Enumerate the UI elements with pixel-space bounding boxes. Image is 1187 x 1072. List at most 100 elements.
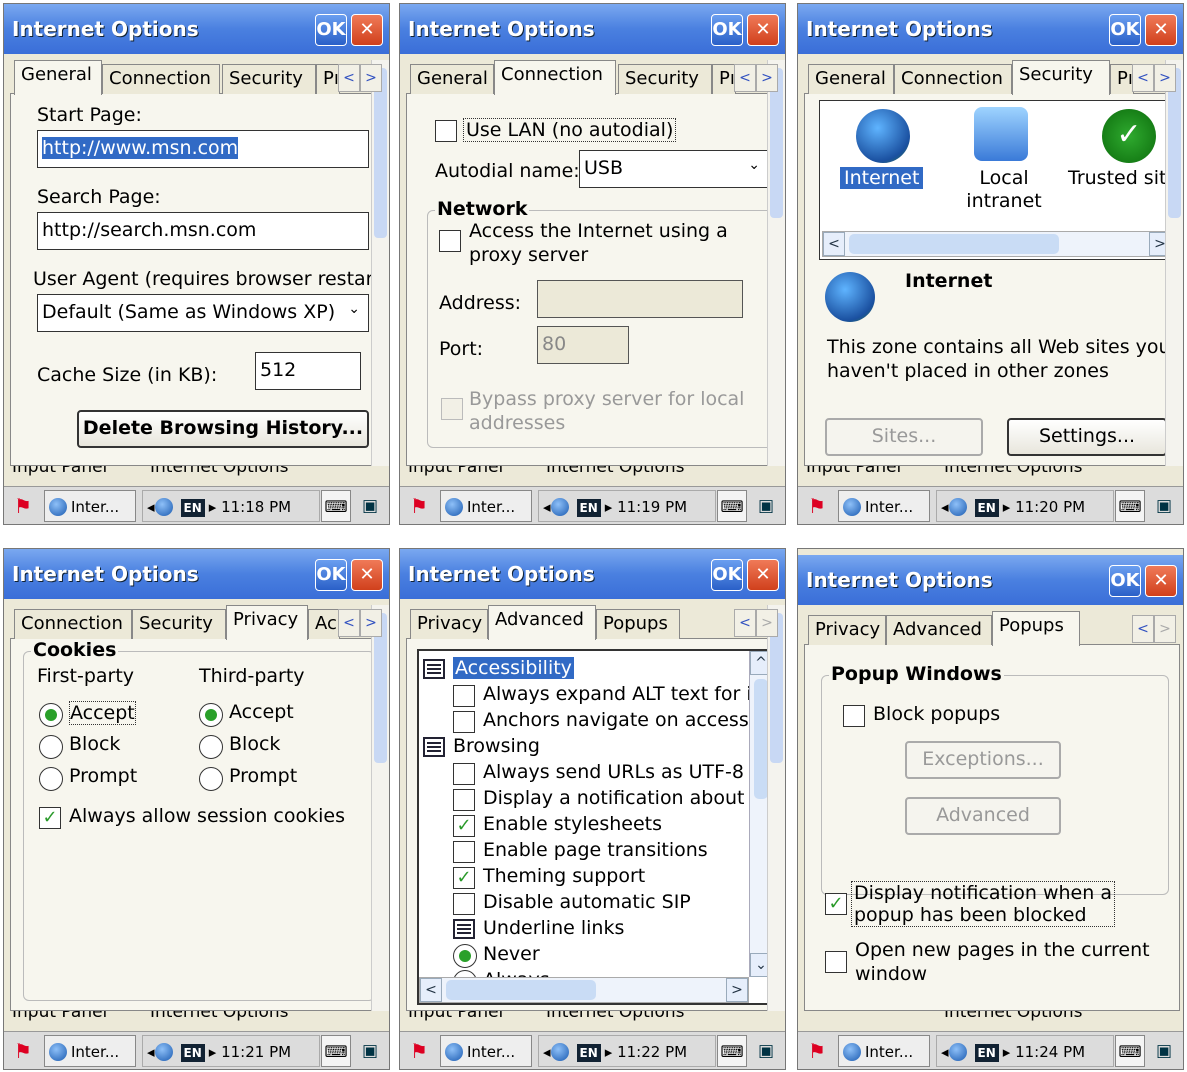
tab-advanced[interactable]: Advanced: [488, 605, 596, 640]
network-icon[interactable]: [550, 1043, 569, 1061]
network-icon[interactable]: [948, 1043, 967, 1061]
scroll-left-icon[interactable]: <: [823, 232, 845, 256]
close-button[interactable]: ✕: [1145, 565, 1177, 597]
option-checkbox[interactable]: ✓: [453, 867, 475, 889]
sites-button[interactable]: Sites...: [825, 418, 983, 456]
ok-button[interactable]: OK: [1109, 565, 1141, 597]
network-icon[interactable]: [948, 498, 967, 516]
keyboard-icon[interactable]: ⌨: [321, 490, 351, 522]
ok-button[interactable]: OK: [1109, 14, 1141, 46]
windows-flag-icon[interactable]: ⚑: [802, 490, 832, 522]
port-input[interactable]: 80: [537, 326, 629, 364]
local-intranet-icon[interactable]: [974, 107, 1028, 161]
tab-advanced-partial[interactable]: Ac: [308, 609, 340, 639]
task-button[interactable]: Inter...: [44, 490, 136, 522]
close-button[interactable]: ✕: [747, 14, 779, 46]
tab-privacy[interactable]: Privacy: [226, 605, 308, 640]
close-button[interactable]: ✕: [747, 559, 779, 591]
delete-browsing-history-button[interactable]: Delete Browsing History...: [77, 410, 369, 448]
desktop-icon[interactable]: ▣: [1151, 490, 1177, 522]
window-scrollbar[interactable]: ⌄: [767, 605, 785, 1033]
language-indicator[interactable]: EN: [974, 1044, 999, 1062]
close-button[interactable]: ✕: [1145, 14, 1177, 46]
zone-internet[interactable]: Internet: [840, 167, 924, 189]
trusted-sites-check-icon[interactable]: ✓: [1102, 109, 1156, 163]
task-button[interactable]: Inter...: [440, 490, 532, 522]
address-input[interactable]: [537, 280, 743, 318]
window-scrollbar[interactable]: ⌄: [1165, 60, 1183, 488]
task-button[interactable]: Inter...: [440, 1035, 532, 1067]
option-checkbox[interactable]: [453, 685, 475, 707]
tab-connection[interactable]: Connection: [14, 609, 132, 639]
ok-button[interactable]: OK: [315, 14, 347, 46]
group-folder-icon[interactable]: [423, 659, 445, 679]
tab-connection[interactable]: Connection: [494, 60, 616, 95]
tab-right-icon[interactable]: >: [360, 609, 382, 637]
list-hscroll-thumb[interactable]: [446, 980, 596, 1000]
session-cookies-checkbox[interactable]: ✓: [39, 807, 61, 829]
network-icon[interactable]: [154, 1043, 173, 1061]
tab-left-icon[interactable]: <: [338, 64, 360, 92]
tab-left-icon[interactable]: <: [734, 64, 756, 92]
hscroll-thumb[interactable]: [849, 234, 1059, 254]
zone-trusted-sites[interactable]: Trusted site: [1068, 167, 1174, 189]
tab-right-icon[interactable]: >: [756, 609, 778, 637]
tab-connection[interactable]: Connection: [102, 64, 220, 94]
windows-flag-icon[interactable]: ⚑: [8, 490, 38, 522]
task-button[interactable]: Inter...: [838, 490, 930, 522]
option-checkbox[interactable]: [453, 789, 475, 811]
tab-security[interactable]: Security: [1012, 60, 1110, 95]
keyboard-icon[interactable]: ⌨: [321, 1035, 351, 1067]
tab-popups[interactable]: Popups: [596, 609, 680, 639]
tab-security[interactable]: Security: [222, 64, 316, 94]
option-checkbox[interactable]: [453, 763, 475, 785]
window-scrollbar[interactable]: ⌄: [371, 605, 389, 1033]
task-button[interactable]: Inter...: [838, 1035, 930, 1067]
task-button[interactable]: Inter...: [44, 1035, 136, 1067]
close-button[interactable]: ✕: [351, 559, 383, 591]
tab-privacy-partial[interactable]: Pı: [712, 64, 736, 94]
tab-privacy[interactable]: Privacy: [808, 615, 886, 645]
network-icon[interactable]: [550, 498, 569, 516]
keyboard-icon[interactable]: ⌨: [717, 1035, 747, 1067]
group-folder-icon[interactable]: [453, 919, 475, 939]
tab-right-icon[interactable]: >: [1154, 615, 1176, 643]
zone-hscroll[interactable]: < >: [822, 231, 1172, 257]
network-icon[interactable]: [154, 498, 173, 516]
block-popups-checkbox[interactable]: [843, 705, 865, 727]
proxy-checkbox[interactable]: [439, 230, 461, 252]
tab-privacy-partial[interactable]: Pı: [1110, 64, 1134, 94]
tab-popups[interactable]: Popups: [992, 611, 1080, 646]
tab-advanced[interactable]: Advanced: [886, 615, 992, 645]
first-party-prompt-radio[interactable]: [39, 767, 63, 791]
scroll-right-icon[interactable]: >: [726, 978, 748, 1002]
windows-flag-icon[interactable]: ⚑: [8, 1035, 38, 1067]
autodial-select[interactable]: USB ⌄: [579, 150, 769, 188]
ok-button[interactable]: OK: [711, 559, 743, 591]
windows-flag-icon[interactable]: ⚑: [404, 490, 434, 522]
option-checkbox[interactable]: [453, 841, 475, 863]
tab-general[interactable]: General: [14, 60, 102, 95]
bypass-checkbox[interactable]: [441, 398, 463, 420]
language-indicator[interactable]: EN: [576, 499, 601, 517]
third-party-block-radio[interactable]: [199, 735, 223, 759]
desktop-icon[interactable]: ▣: [753, 1035, 779, 1067]
window-scrollbar[interactable]: ⌄: [767, 60, 785, 488]
language-indicator[interactable]: EN: [180, 499, 205, 517]
tab-left-icon[interactable]: <: [734, 609, 756, 637]
third-party-accept-radio[interactable]: [199, 703, 223, 727]
keyboard-icon[interactable]: ⌨: [717, 490, 747, 522]
keyboard-icon[interactable]: ⌨: [1115, 490, 1145, 522]
settings-button[interactable]: Settings...: [1007, 418, 1167, 456]
tab-left-icon[interactable]: <: [338, 609, 360, 637]
tab-general[interactable]: General: [410, 64, 494, 94]
open-new-pages-checkbox[interactable]: [825, 951, 847, 973]
group-folder-icon[interactable]: [423, 737, 445, 757]
language-indicator[interactable]: EN: [974, 499, 999, 517]
first-party-accept-radio[interactable]: [39, 703, 63, 727]
start-page-input[interactable]: http://www.msn.com: [37, 130, 369, 168]
list-vscroll-thumb[interactable]: [754, 679, 768, 799]
exceptions-button[interactable]: Exceptions...: [905, 741, 1061, 779]
tab-right-icon[interactable]: >: [360, 64, 382, 92]
third-party-prompt-radio[interactable]: [199, 767, 223, 791]
